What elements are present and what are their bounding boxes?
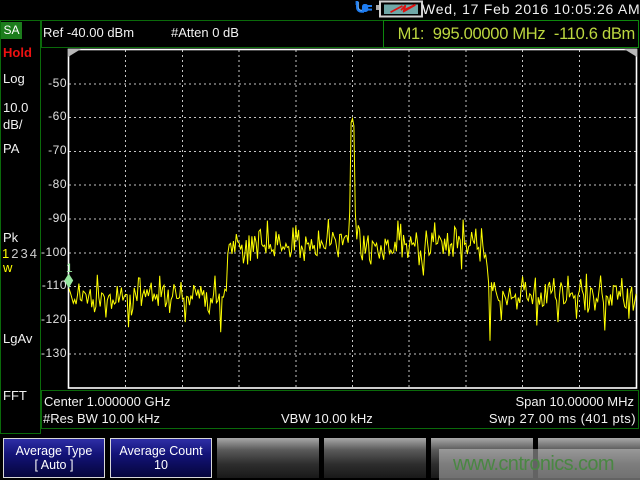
svg-text:1: 1 — [66, 261, 73, 275]
